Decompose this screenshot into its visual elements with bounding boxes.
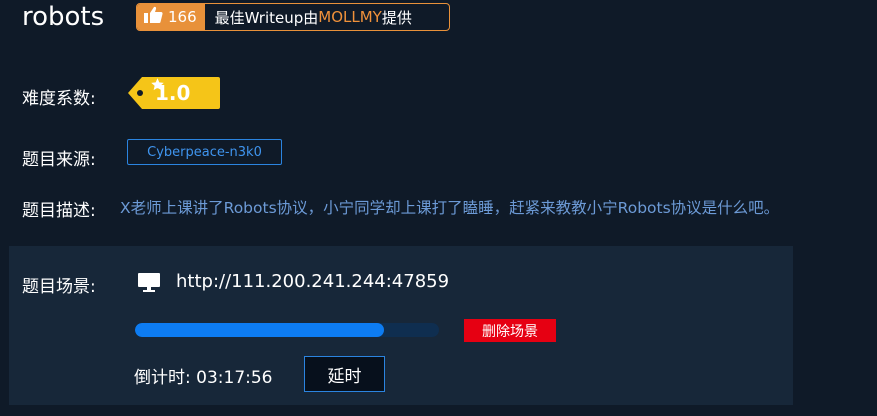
- countdown-label: 倒计时:: [134, 368, 191, 388]
- source-label: 题目来源:: [22, 150, 96, 170]
- progress-fill: [135, 323, 385, 337]
- countdown-value: 03:17:56: [196, 368, 273, 388]
- scene-panel: 题目场景: http://111.200.241.244:47859 删除场景 …: [9, 246, 793, 405]
- monitor-icon: [137, 272, 161, 297]
- like-button[interactable]: 166: [137, 4, 205, 30]
- difficulty-tag: 1.0: [128, 77, 220, 109]
- challenge-title: robots: [22, 2, 105, 32]
- writeup-author[interactable]: MOLLMY: [318, 8, 382, 26]
- difficulty-label: 难度系数:: [22, 89, 96, 109]
- writeup-suffix: 提供: [381, 8, 412, 27]
- source-tag[interactable]: Cyberpeace-n3k0: [127, 139, 282, 165]
- like-count: 166: [168, 8, 197, 26]
- delete-scene-button[interactable]: 删除场景: [464, 319, 556, 342]
- writeup-prefix: 最佳Writeup由: [214, 8, 319, 27]
- time-progress-bar: [135, 323, 439, 337]
- scene-url[interactable]: http://111.200.241.244:47859: [176, 271, 449, 292]
- thumbs-up-icon: [143, 6, 163, 28]
- extend-time-button[interactable]: 延时: [304, 356, 385, 392]
- countdown: 倒计时: 03:17:56: [134, 363, 273, 388]
- writeup-badge[interactable]: 166 最佳Writeup由 MOLLMY 提供: [136, 3, 450, 31]
- description-label: 题目描述:: [22, 201, 96, 221]
- scene-label: 题目场景:: [22, 277, 96, 297]
- best-writeup-link[interactable]: 最佳Writeup由 MOLLMY 提供: [205, 4, 412, 30]
- description-text: X老师上课讲了Robots协议，小宁同学却上课打了瞌睡，赶紧来教教小宁Robot…: [120, 199, 780, 217]
